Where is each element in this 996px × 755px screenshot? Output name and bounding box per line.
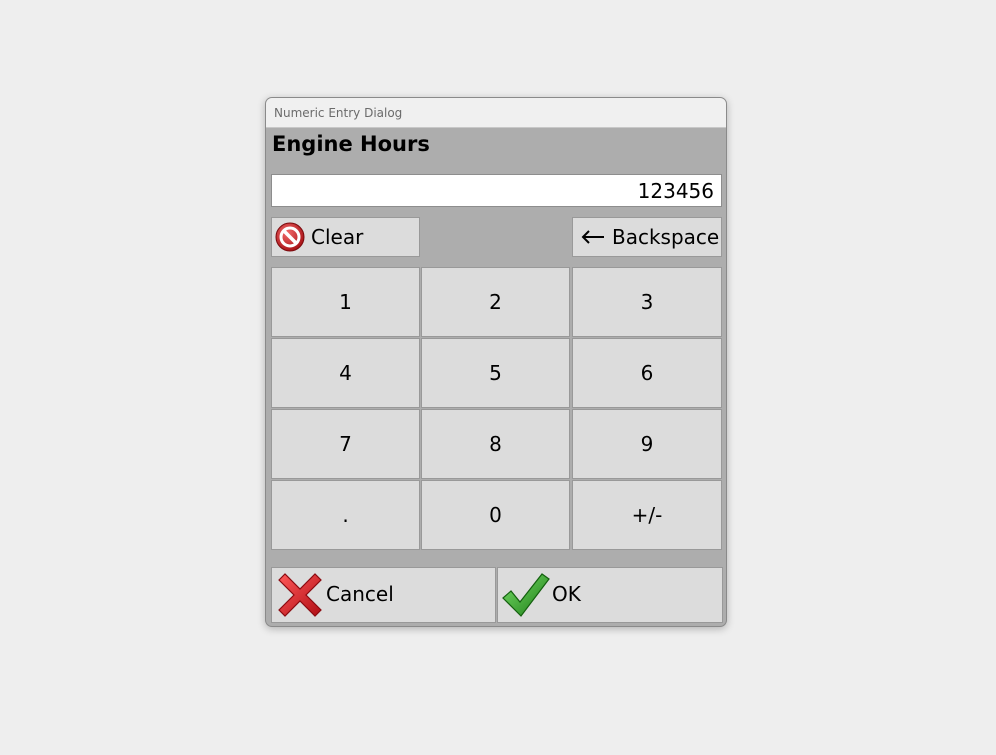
key-decimal[interactable]: . — [271, 480, 420, 550]
green-check-icon — [500, 570, 550, 624]
red-x-icon — [275, 570, 325, 624]
value-input[interactable]: 123456 — [271, 174, 722, 207]
ok-button[interactable]: OK — [497, 567, 723, 623]
backspace-label: Backspace — [612, 225, 720, 249]
key-3[interactable]: 3 — [572, 267, 722, 337]
key-8[interactable]: 8 — [421, 409, 570, 479]
ok-label: OK — [552, 582, 581, 606]
key-2[interactable]: 2 — [421, 267, 570, 337]
key-7[interactable]: 7 — [271, 409, 420, 479]
backspace-button[interactable]: Backspace — [572, 217, 722, 257]
key-plus-minus[interactable]: +/- — [572, 480, 722, 550]
numeric-entry-dialog: Numeric Entry Dialog Engine Hours 123456… — [265, 97, 727, 627]
field-label: Engine Hours — [272, 132, 430, 156]
dialog-title: Numeric Entry Dialog — [274, 106, 403, 120]
key-6[interactable]: 6 — [572, 338, 722, 408]
left-arrow-icon — [580, 227, 606, 251]
key-9[interactable]: 9 — [572, 409, 722, 479]
key-4[interactable]: 4 — [271, 338, 420, 408]
clear-button[interactable]: Clear — [271, 217, 420, 257]
cancel-button[interactable]: Cancel — [271, 567, 496, 623]
key-1[interactable]: 1 — [271, 267, 420, 337]
key-5[interactable]: 5 — [421, 338, 570, 408]
key-0[interactable]: 0 — [421, 480, 570, 550]
no-entry-icon — [275, 222, 305, 256]
cancel-label: Cancel — [326, 582, 394, 606]
dialog-titlebar[interactable]: Numeric Entry Dialog — [266, 98, 726, 128]
clear-label: Clear — [311, 225, 364, 249]
